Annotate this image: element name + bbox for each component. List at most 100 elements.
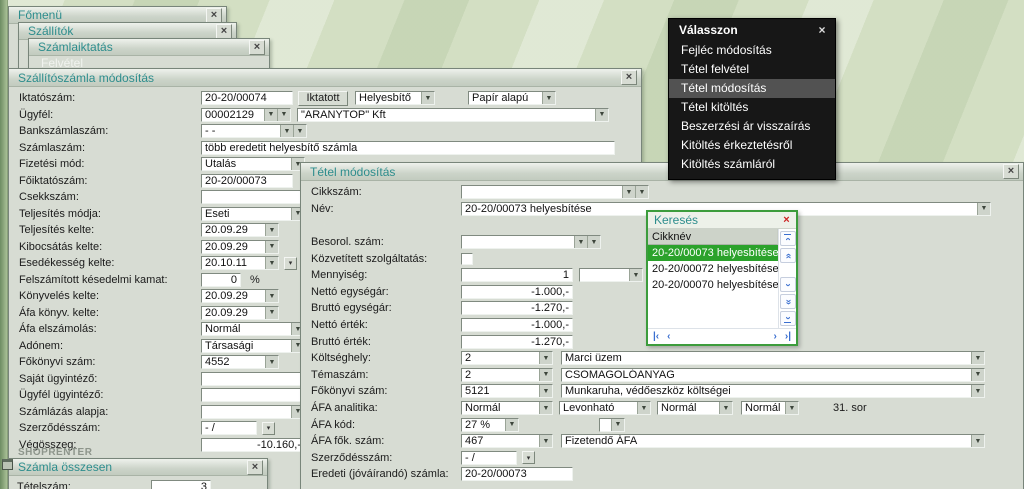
afa-fok-szam-dropdown-arrow-icon[interactable]: ▼	[539, 435, 552, 447]
taskbar-window-icon[interactable]	[2, 459, 13, 470]
szerzodesszam-input[interactable]: - /	[201, 421, 257, 435]
search-result-row[interactable]: 20-20/00072 helyesbítése	[648, 261, 778, 277]
netto-egysegar-input[interactable]: -1.000,-	[461, 285, 573, 299]
kesedelmi-kamat-input[interactable]: 0	[201, 273, 241, 287]
iktatoszam-input[interactable]: 20-20/00074	[201, 91, 293, 105]
prev-page-button[interactable]: ‹	[667, 331, 670, 342]
item-fokonyvi-szam-select[interactable]: Munkaruha, védőeszköz költségei▼	[561, 384, 985, 398]
tetelszam-input[interactable]: 3	[151, 480, 211, 489]
fizetesi-mod-select[interactable]: Utalás▼	[201, 157, 305, 171]
mennyiseg-input[interactable]: 1	[461, 268, 573, 282]
eredeti-szamla-input[interactable]: 20-20/00073	[461, 467, 573, 481]
close-icon[interactable]: ×	[780, 214, 793, 226]
afa-kod-select[interactable]: ▼	[599, 418, 625, 432]
afa-kod-dropdown-arrow-icon[interactable]: ▼	[505, 419, 518, 431]
ugyfel-dropdown-arrow-icon[interactable]: ▼	[595, 109, 608, 121]
temaszam-select[interactable]: 2▼	[461, 368, 553, 382]
iktatoszam-select[interactable]: Papír alapú▼	[468, 91, 556, 105]
fokonyvi-szam-select[interactable]: 4552▼	[201, 355, 279, 369]
afa-analitika-dropdown-arrow-icon[interactable]: ▼	[539, 402, 552, 414]
afa-fok-szam-dropdown-arrow-icon[interactable]: ▼	[971, 435, 984, 447]
afa-konyv-kelte-dropdown-arrow-icon[interactable]: ▼	[265, 307, 278, 319]
chooser-item-1[interactable]: Tétel felvétel	[669, 60, 835, 79]
besorol-szam-dropdown-arrow-icon[interactable]: ▼	[574, 236, 587, 248]
afa-kod-dropdown-arrow-icon[interactable]: ▼	[611, 419, 624, 431]
close-icon[interactable]: ×	[1003, 164, 1019, 179]
netto-ertek-input[interactable]: -1.000,-	[461, 318, 573, 332]
szamlaszam-input[interactable]: több eredetit helyesbítő számla	[201, 141, 615, 155]
teljesites-modja-select[interactable]: Eseti▼	[201, 207, 305, 221]
chooser-item-3[interactable]: Tétel kitöltés	[669, 98, 835, 117]
ugyfel-dropdown-arrow-icon[interactable]: ▼	[264, 109, 277, 121]
teljesites-kelte-dropdown-arrow-icon[interactable]: ▼	[265, 224, 278, 236]
iktatoszam-button[interactable]: Iktatott	[298, 91, 348, 106]
afa-kod-select[interactable]: 27 %▼	[461, 418, 519, 432]
esedekesseg-kelte-picker-button[interactable]: ▾	[284, 257, 297, 270]
brutto-ertek-input[interactable]: -1.270,-	[461, 335, 573, 349]
kibocsatas-kelte-select[interactable]: 20.09.29▼	[201, 240, 279, 254]
iktatoszam-dropdown-arrow-icon[interactable]: ▼	[542, 92, 555, 104]
afa-analitika-select[interactable]: Levonható▼	[559, 401, 651, 415]
first-page-button[interactable]: |‹	[653, 331, 659, 342]
close-icon[interactable]: ×	[247, 460, 263, 475]
mennyiseg-dropdown-arrow-icon[interactable]: ▼	[629, 269, 642, 281]
brutto-egysegar-input[interactable]: -1.270,-	[461, 301, 573, 315]
bankszamlaszam-dropdown-arrow-icon[interactable]: ▼	[293, 125, 306, 137]
mennyiseg-select[interactable]: ▼	[579, 268, 643, 282]
scroll-down-icon[interactable]: ›	[780, 277, 796, 292]
afa-elszamolas-select[interactable]: Normál▼	[201, 322, 305, 336]
afa-fok-szam-select[interactable]: 467▼	[461, 434, 553, 448]
teljesites-kelte-select[interactable]: 20.09.29▼	[201, 223, 279, 237]
item-fokonyvi-szam-dropdown-arrow-icon[interactable]: ▼	[971, 385, 984, 397]
ugyfel-dropdown-arrow-icon[interactable]: ▼	[277, 109, 290, 121]
chooser-titlebar[interactable]: Válasszon ×	[669, 19, 835, 41]
afa-analitika-dropdown-arrow-icon[interactable]: ▼	[785, 402, 798, 414]
afa-analitika-select[interactable]: Normál▼	[461, 401, 553, 415]
kozvetitett-szolgaltatas-checkbox[interactable]	[461, 253, 473, 265]
chooser-item-4[interactable]: Beszerzési ár visszaírás	[669, 117, 835, 136]
afa-analitika-dropdown-arrow-icon[interactable]: ▼	[719, 402, 732, 414]
invoice-total-titlebar[interactable]: Számla összesen ×	[9, 459, 267, 476]
cikkszam-select[interactable]: ▼▼	[461, 185, 649, 199]
afa-analitika-select[interactable]: Normál▼	[657, 401, 733, 415]
chooser-item-5[interactable]: Kitöltés érkeztetésről	[669, 136, 835, 155]
close-icon[interactable]: ×	[206, 8, 222, 23]
nev-dropdown-arrow-icon[interactable]: ▼	[977, 203, 990, 215]
adonem-select[interactable]: Társasági▼	[201, 339, 305, 353]
cikkszam-dropdown-arrow-icon[interactable]: ▼	[622, 186, 635, 198]
chooser-item-6[interactable]: Kitöltés számláról	[669, 155, 835, 174]
search-result-row[interactable]: 20-20/00070 helyesbítése	[648, 277, 778, 293]
konyveles-kelte-select[interactable]: 20.09.29▼	[201, 289, 279, 303]
koltseghely-dropdown-arrow-icon[interactable]: ▼	[971, 352, 984, 364]
besorol-szam-select[interactable]: ▼▼	[461, 235, 601, 249]
koltseghely-select[interactable]: Marci üzem▼	[561, 351, 985, 365]
item-fokonyvi-szam-dropdown-arrow-icon[interactable]: ▼	[539, 385, 552, 397]
ugyfel-select[interactable]: "ARANYTOP" Kft▼	[297, 108, 609, 122]
last-page-button[interactable]: ›|	[785, 331, 791, 342]
kibocsatas-kelte-dropdown-arrow-icon[interactable]: ▼	[265, 241, 278, 253]
esedekesseg-kelte-dropdown-arrow-icon[interactable]: ▼	[265, 257, 278, 269]
fokonyvi-szam-dropdown-arrow-icon[interactable]: ▼	[265, 356, 278, 368]
foiktatoszam-input[interactable]: 20-20/00073	[201, 174, 293, 188]
esedekesseg-kelte-select[interactable]: 20.10.11▼	[201, 256, 279, 270]
szamlazas-alapja-select[interactable]: ▼	[201, 405, 305, 419]
scroll-to-top-icon[interactable]: ‹	[780, 231, 796, 246]
szerzodesszam-picker-button[interactable]: ▾	[262, 422, 275, 435]
afa-analitika-select[interactable]: Normál▼	[741, 401, 799, 415]
koltseghely-dropdown-arrow-icon[interactable]: ▼	[539, 352, 552, 364]
temaszam-dropdown-arrow-icon[interactable]: ▼	[539, 369, 552, 381]
scroll-to-bottom-icon[interactable]: ›	[780, 311, 796, 326]
vegosszeg-input[interactable]: -10.160,-	[201, 438, 305, 452]
item-szerzodesszam-picker-button[interactable]: ▾	[522, 451, 535, 464]
bankszamlaszam-select[interactable]: - -▼▼	[201, 124, 307, 138]
close-icon[interactable]: ×	[621, 70, 637, 85]
item-edit-titlebar[interactable]: Tétel módosítás ×	[301, 163, 1023, 181]
temaszam-dropdown-arrow-icon[interactable]: ▼	[971, 369, 984, 381]
temaszam-select[interactable]: CSOMAGOLÓANYAG▼	[561, 368, 985, 382]
item-szerzodesszam-input[interactable]: - /	[461, 451, 517, 465]
iktatoszam-dropdown-arrow-icon[interactable]: ▼	[421, 92, 434, 104]
search-titlebar[interactable]: Keresés ×	[648, 212, 796, 229]
afa-konyv-kelte-select[interactable]: 20.09.29▼	[201, 306, 279, 320]
afa-analitika-dropdown-arrow-icon[interactable]: ▼	[637, 402, 650, 414]
page-up-icon[interactable]: «	[780, 248, 796, 263]
